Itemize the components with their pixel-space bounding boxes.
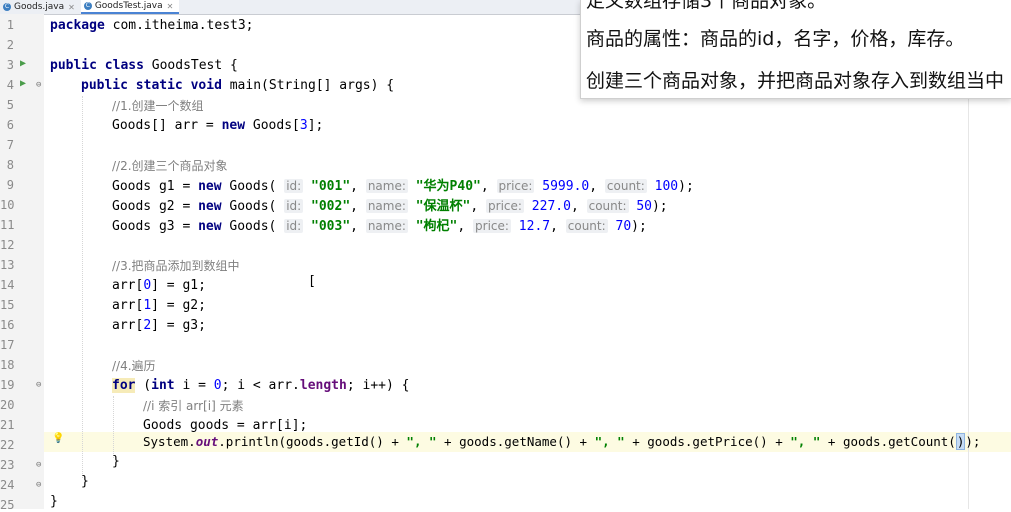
line-number: 21 [0, 418, 15, 432]
line-number: 6 [6, 118, 14, 132]
line-number: 7 [6, 138, 14, 152]
task-description-overlay: 定义数组存储3个商品对象。 商品的属性：商品的id，名字，价格，库存。 创建三个… [580, 0, 1011, 99]
line-number: 10 [0, 198, 15, 212]
code-line-3[interactable]: public class GoodsTest { [50, 56, 238, 76]
tab-goodstest-java[interactable]: C GoodsTest.java ✕ [80, 0, 180, 14]
code-line-4[interactable]: public static void main(String[] args) { [81, 76, 394, 96]
tab-goods-java[interactable]: C Goods.java ✕ [0, 0, 81, 14]
line-number: 18 [0, 358, 15, 372]
code-line-5[interactable]: //1.创建一个数组 [112, 96, 204, 116]
code-line-22[interactable]: System.out.println(goods.getId() + ", " … [143, 432, 980, 452]
code-line-19[interactable]: for (int i = 0; i < arr.length; i++) { [112, 376, 409, 396]
close-icon[interactable]: ✕ [68, 3, 75, 12]
lightbulb-icon[interactable]: 💡 [52, 433, 64, 444]
param-hint: id: [284, 199, 304, 213]
code-line-1[interactable]: package com.itheima.test3; [50, 16, 254, 36]
run-class-icon[interactable]: ▶ [20, 58, 26, 69]
code-line-24[interactable]: } [81, 472, 89, 492]
class-file-icon: C [3, 3, 11, 11]
line-number: 20 [0, 398, 15, 412]
close-icon[interactable]: ✕ [167, 2, 174, 11]
code-line-15[interactable]: arr[1] = g2; [112, 296, 206, 316]
code-line-18[interactable]: //4.遍历 [112, 356, 156, 376]
tab-label: Goods.java [14, 2, 65, 12]
line-number: 11 [0, 218, 15, 232]
code-line-11[interactable]: Goods g3 = new Goods( id: "003", name: "… [112, 216, 647, 236]
param-hint: count: [586, 199, 629, 213]
code-line-23[interactable]: } [112, 452, 120, 472]
param-hint: name: [365, 219, 408, 233]
code-line-6[interactable]: Goods[] arr = new Goods[3]; [112, 116, 323, 136]
code-line-25[interactable]: } [50, 492, 58, 512]
tab-label: GoodsTest.java [94, 1, 163, 11]
overlay-text-line: 创建三个商品对象，并把商品对象存入到数组当中 [586, 70, 1005, 92]
line-number: 5 [6, 98, 14, 112]
line-number: 25 [0, 498, 15, 512]
code-line-8[interactable]: //2.创建三个商品对象 [112, 156, 228, 176]
code-line-14[interactable]: arr[0] = g1; [112, 276, 206, 296]
fold-icon[interactable]: ⊖ [36, 80, 41, 90]
line-number: 9 [6, 178, 14, 192]
line-number: 15 [0, 298, 15, 312]
fold-icon[interactable]: ⊖ [36, 460, 41, 470]
param-hint: count: [604, 179, 647, 193]
param-hint: price: [486, 199, 524, 213]
overlay-text-line: 商品的属性：商品的id，名字，价格，库存。 [586, 28, 965, 50]
line-number: 12 [0, 238, 15, 252]
line-number: 1 [6, 18, 14, 32]
line-number-gutter[interactable]: 1 2 3 4 5 6 7 8 9 10 11 12 13 14 15 16 1… [0, 14, 44, 512]
param-hint: name: [365, 179, 408, 193]
overlay-text-line: 定义数组存储3个商品对象。 [586, 0, 827, 12]
code-line-20[interactable]: //i 索引 arr[i] 元素 [143, 396, 244, 416]
line-number: 13 [0, 258, 15, 272]
line-number: 16 [0, 318, 15, 332]
code-line-13[interactable]: //3.把商品添加到数组中 [112, 256, 240, 276]
line-number: 19 [0, 378, 15, 392]
param-hint: count: [565, 219, 608, 233]
run-main-icon[interactable]: ▶ [20, 78, 26, 89]
matched-paren: ) [955, 433, 966, 450]
param-hint: name: [365, 199, 408, 213]
line-number: 8 [6, 158, 14, 172]
indent-guide [82, 96, 83, 478]
fold-icon[interactable]: ⊖ [36, 380, 41, 390]
param-hint: price: [496, 179, 535, 193]
line-number: 24 [0, 478, 15, 492]
fold-icon[interactable]: ⊖ [36, 480, 41, 490]
class-file-icon: C [83, 2, 92, 10]
text-cursor: [ [308, 274, 316, 289]
line-number: 3 [6, 58, 14, 72]
code-line-10[interactable]: Goods g2 = new Goods( id: "002", name: "… [112, 196, 668, 216]
code-line-9[interactable]: Goods g1 = new Goods( id: "001", name: "… [112, 176, 694, 196]
param-hint: id: [284, 179, 304, 193]
line-number: 17 [0, 338, 15, 352]
code-line-16[interactable]: arr[2] = g3; [112, 316, 206, 336]
param-hint: id: [284, 219, 304, 233]
line-number: 2 [6, 38, 14, 52]
indent-guide [113, 396, 114, 458]
line-number: 14 [0, 278, 15, 292]
line-number: 4 [6, 78, 14, 92]
line-number: 23 [0, 458, 15, 472]
param-hint: price: [473, 219, 511, 233]
line-number: 22 [0, 438, 15, 452]
